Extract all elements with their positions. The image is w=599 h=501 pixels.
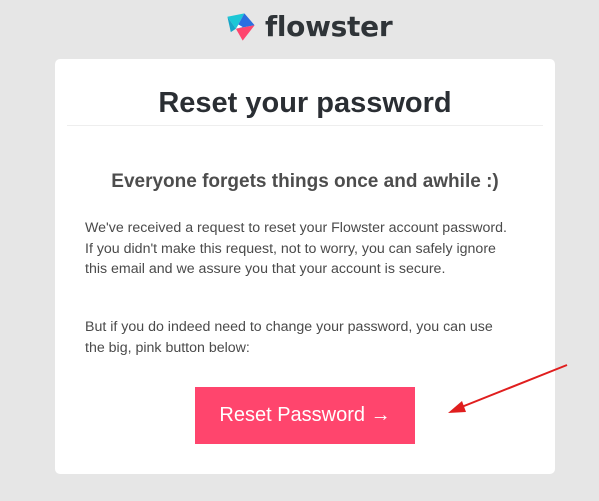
reset-password-button[interactable]: Reset Password → <box>195 387 415 444</box>
page-title: Reset your password <box>158 87 452 119</box>
email-subtitle: Everyone forgets things once and awhile … <box>111 171 499 192</box>
title-divider <box>67 125 543 126</box>
brand-name: flowster <box>265 10 393 43</box>
body-paragraph-instructions: But if you do indeed need to change your… <box>85 319 493 356</box>
email-view: flowster Reset your password Everyone fo… <box>0 0 599 501</box>
flowster-logo-icon <box>227 13 255 41</box>
flowster-logo: flowster <box>224 10 393 44</box>
body-paragraph-request: We've received a request to reset your F… <box>85 220 507 277</box>
red-arrow-pointer-icon <box>448 364 568 413</box>
